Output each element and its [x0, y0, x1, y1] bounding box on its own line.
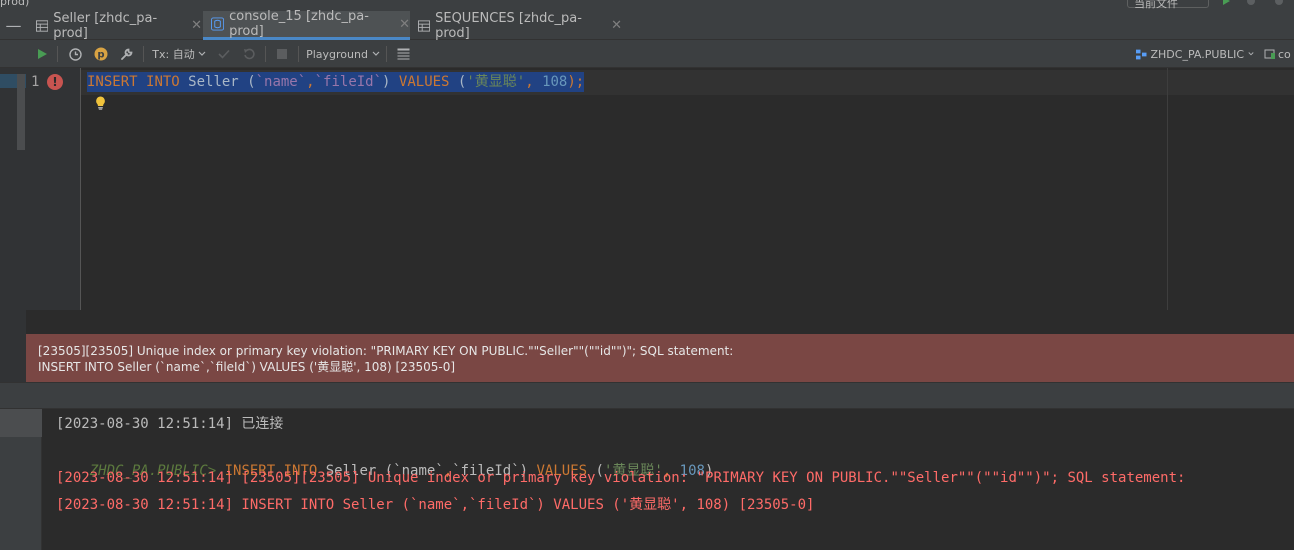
- code-token: INSERT: [87, 74, 138, 90]
- session-label: co: [1278, 47, 1291, 61]
- mode-label: Playground: [306, 47, 368, 61]
- rollback-button[interactable]: [239, 40, 259, 68]
- console-session-selector[interactable]: co: [1264, 40, 1294, 68]
- rollback-icon: [244, 48, 255, 60]
- back-icon[interactable]: [1274, 0, 1284, 6]
- tab-seller[interactable]: Seller [zhdc_pa-prod] ✕: [28, 10, 202, 41]
- execute-button[interactable]: [32, 40, 52, 68]
- schema-selector[interactable]: ZHDC_PA.PUBLIC: [1136, 40, 1254, 68]
- close-icon[interactable]: ✕: [191, 18, 202, 33]
- clock-icon: [68, 47, 82, 61]
- session-icon: [1264, 49, 1275, 59]
- services-console-output: [2023-08-30 12:51:14] 已连接 ZHDC_PA.PUBLIC…: [0, 409, 1294, 550]
- code-token: ,: [525, 74, 543, 90]
- editor-tab-bar: — Seller [zhdc_pa-prod] ✕ console_15 [zh…: [0, 9, 1294, 41]
- console-error-line: [2023-08-30 12:51:14] [23505][23505] Uni…: [56, 470, 1186, 486]
- transaction-mode-dropdown[interactable]: Tx: 自动: [151, 40, 207, 68]
- console-connected-line: [2023-08-30 12:51:14] 已连接: [56, 416, 284, 432]
- line-number: 1: [31, 74, 40, 90]
- code-token: (: [449, 74, 467, 90]
- chevron-down-icon: [372, 51, 380, 56]
- table-icon: [418, 19, 431, 32]
- stop-button[interactable]: [272, 40, 292, 68]
- code-token: ,: [306, 74, 315, 90]
- code-token: INTO: [146, 74, 180, 90]
- code-token: VALUES: [398, 74, 450, 90]
- code-token: `fileId`: [314, 74, 383, 90]
- chevron-down-icon: [198, 51, 206, 56]
- svg-text:p: p: [97, 50, 104, 61]
- wrench-icon: [121, 48, 133, 60]
- code-token: '黄显聪': [466, 74, 526, 90]
- close-icon[interactable]: ✕: [399, 17, 410, 32]
- mode-dropdown[interactable]: Playground: [305, 40, 381, 68]
- error-icon[interactable]: !: [47, 74, 63, 90]
- settings-button[interactable]: [117, 40, 137, 68]
- table-icon: [36, 19, 49, 32]
- history-button[interactable]: [65, 40, 85, 68]
- tab-console-15[interactable]: console_15 [zhdc_pa-prod] ✕: [203, 9, 410, 40]
- right-margin-guide: [1167, 68, 1168, 310]
- console-icon: [211, 17, 225, 31]
- code-token: 108: [542, 74, 568, 90]
- tab-label: Seller [zhdc_pa-prod]: [53, 10, 158, 41]
- plan-icon: p: [94, 47, 108, 61]
- console-toolbar: p Tx: 自动 Playground ZHDC_PA.PUBLIC co: [0, 40, 1294, 68]
- code-token: ): [382, 74, 399, 90]
- structure-strip: [0, 68, 26, 310]
- hide-panel-button[interactable]: —: [0, 11, 27, 40]
- error-banner-line: [23505][23505] Unique index or primary k…: [38, 344, 734, 358]
- tab-sequences[interactable]: SEQUENCES [zhdc_pa-prod] ✕: [410, 10, 622, 41]
- code-token: Seller (: [179, 74, 256, 90]
- sql-statement[interactable]: INSERT INTO Seller (`name`,`fileId`) VAL…: [87, 72, 585, 92]
- error-notification-banner[interactable]: [23505][23505] Unique index or primary k…: [26, 334, 1294, 382]
- toolbar-separator: [143, 46, 144, 62]
- editor-scroll-marker: [17, 74, 25, 150]
- transaction-mode-label: Tx: 自动: [152, 48, 195, 61]
- schema-label: ZHDC_PA.PUBLIC: [1150, 47, 1245, 61]
- panel-divider[interactable]: [0, 382, 1294, 409]
- check-icon: [218, 49, 230, 59]
- stop-icon: [277, 49, 287, 59]
- tab-label: SEQUENCES [zhdc_pa-prod]: [435, 10, 582, 41]
- window-title-fragment: prod): [0, 0, 30, 8]
- table-layout-icon: [397, 48, 409, 60]
- explain-plan-button[interactable]: p: [91, 40, 111, 68]
- editor-bottom-area: [0, 310, 1294, 382]
- run-icon: [37, 49, 47, 59]
- toolbar-separator: [386, 46, 387, 62]
- run-config-combo[interactable]: 当前文件: [1127, 0, 1209, 10]
- commit-button[interactable]: [214, 40, 234, 68]
- window-title-bar: prod) 当前文件: [0, 0, 1294, 11]
- close-icon[interactable]: ✕: [611, 18, 622, 33]
- toolbar-separator: [298, 46, 299, 62]
- code-token: );: [567, 74, 585, 90]
- chevron-down-icon: [1248, 52, 1254, 56]
- toolbar-separator: [265, 46, 266, 62]
- console-side-toolbar: [0, 409, 42, 550]
- sql-editor[interactable]: 1 ! INSERT INTO Seller (`name`,`fileId`)…: [0, 68, 1294, 310]
- console-side-selection[interactable]: [0, 409, 42, 437]
- lightbulb-icon[interactable]: [95, 96, 106, 110]
- tab-label: console_15 [zhdc_pa-prod]: [229, 9, 369, 39]
- run-icon[interactable]: [1221, 0, 1231, 6]
- code-token: `name`: [255, 74, 307, 90]
- output-layout-button[interactable]: [393, 40, 413, 68]
- debug-icon[interactable]: [1246, 0, 1256, 6]
- editor-gutter: 1 !: [26, 68, 81, 310]
- console-error-line: [2023-08-30 12:51:14] INSERT INTO Seller…: [56, 497, 815, 513]
- schema-icon: [1136, 49, 1147, 59]
- structure-strip: [0, 310, 26, 382]
- error-banner-line: INSERT INTO Seller (`name`,`fileId`) VAL…: [38, 360, 456, 374]
- toolbar-separator: [57, 46, 58, 62]
